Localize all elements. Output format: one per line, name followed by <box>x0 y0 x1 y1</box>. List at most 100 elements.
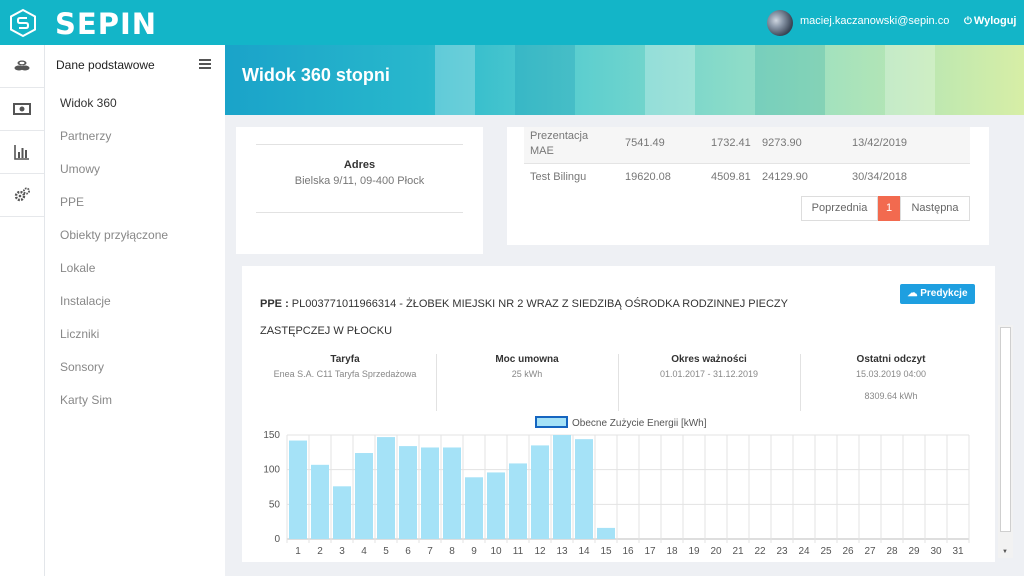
x-tick-label: 10 <box>490 546 502 557</box>
sidebar-item-ppe[interactable]: PPE <box>60 195 84 209</box>
chart-bar <box>355 453 373 539</box>
money-icon <box>13 103 31 115</box>
x-tick-label: 27 <box>864 546 876 557</box>
divider <box>256 212 463 213</box>
chart-bar <box>289 440 307 539</box>
x-tick-label: 2 <box>317 546 323 557</box>
chart-bar <box>421 447 439 539</box>
x-tick-label: 16 <box>622 546 634 557</box>
table-row[interactable]: Prezentacja MAE 7541.49 1732.41 9273.90 1… <box>524 127 970 163</box>
invoice-table-card: Prezentacja MAE 7541.49 1732.41 9273.90 1… <box>507 127 989 245</box>
x-tick-label: 25 <box>820 546 832 557</box>
sidebar-item-lokale[interactable]: Lokale <box>60 261 95 275</box>
sidebar-title: Dane podstawowe <box>56 58 155 72</box>
x-tick-label: 23 <box>776 546 788 557</box>
icon-rail <box>0 45 45 576</box>
row-name-line1: Prezentacja <box>530 130 589 142</box>
legend-swatch <box>535 416 568 428</box>
x-tick-label: 19 <box>688 546 700 557</box>
cell-v2: 4509.81 <box>711 171 751 183</box>
gears-icon <box>14 187 30 202</box>
table-row[interactable]: Test Bilingu 19620.08 4509.81 24129.90 3… <box>524 164 970 190</box>
chart-bar <box>487 472 505 539</box>
x-tick-label: 4 <box>361 546 367 557</box>
cell-date: 30/34/2018 <box>852 171 908 183</box>
x-tick-label: 28 <box>886 546 898 557</box>
scrollbar[interactable]: ▼ <box>998 325 1013 558</box>
x-tick-label: 24 <box>798 546 810 557</box>
power-icon: ⏻ <box>964 16 972 27</box>
row-name-line2: MAE <box>530 145 554 157</box>
sidebar-item-umowy[interactable]: Umowy <box>60 162 100 176</box>
x-tick-label: 31 <box>952 546 964 557</box>
x-tick-label: 26 <box>842 546 854 557</box>
sidebar-item-karty-sim[interactable]: Karty Sim <box>60 393 112 407</box>
chart-bar <box>377 437 395 539</box>
y-tick-label: 50 <box>269 499 281 510</box>
rail-item-settings[interactable] <box>0 174 44 217</box>
pagination: Poprzednia 1 Następna <box>801 196 970 221</box>
chart-bar <box>531 445 549 539</box>
divider <box>256 144 463 145</box>
x-tick-label: 6 <box>405 546 411 557</box>
chart-bar <box>597 527 615 539</box>
chart-bar <box>311 464 329 539</box>
x-tick-label: 3 <box>339 546 345 557</box>
x-tick-label: 13 <box>556 546 568 557</box>
x-tick-label: 15 <box>600 546 612 557</box>
chart-bar <box>509 463 527 539</box>
y-tick-label: 0 <box>274 534 280 545</box>
pagination-prev-button[interactable]: Poprzednia <box>801 196 878 221</box>
address-value: Bielska 9/11, 09-400 Płock <box>294 175 425 187</box>
sidebar-item-sonsory[interactable]: Sonsory <box>60 360 104 374</box>
x-tick-label: 30 <box>930 546 942 557</box>
row-name: Test Bilingu <box>530 171 587 183</box>
coins-icon <box>14 60 30 71</box>
pagination-next-button[interactable]: Następna <box>900 196 970 221</box>
logo-text[interactable]: SEPIN <box>55 7 157 41</box>
page-title: Widok 360 stopni <box>242 65 390 85</box>
sepin-logo-icon[interactable] <box>8 8 38 38</box>
x-tick-label: 21 <box>732 546 744 557</box>
chart-bar <box>443 447 461 539</box>
chart-bar <box>333 486 351 539</box>
x-tick-label: 29 <box>908 546 920 557</box>
sidebar-item-obiekty[interactable]: Obiekty przyłączone <box>60 228 168 242</box>
user-email[interactable]: maciej.kaczanowski@sepin.co <box>800 15 949 27</box>
cell-v1: 7541.49 <box>625 137 665 149</box>
x-tick-label: 8 <box>449 546 455 557</box>
x-tick-label: 17 <box>644 546 656 557</box>
sidebar: Dane podstawowe Widok 360 Partnerzy Umow… <box>45 45 225 576</box>
x-tick-label: 12 <box>534 546 546 557</box>
x-tick-label: 5 <box>383 546 389 557</box>
address-card: Adres Bielska 9/11, 09-400 Płock <box>236 127 483 254</box>
chart-bar <box>399 446 417 539</box>
menu-icon[interactable] <box>199 59 211 69</box>
energy-usage-chart: 0501001501 2 3 4 5 6 7 8 9 10 11 12 13 14 15 16 17 18 19 20… <box>263 416 970 557</box>
x-tick-label: 9 <box>471 546 477 557</box>
ppe-card: PPE : PL003771011966314 - ŻŁOBEK MIEJSKI… <box>242 266 995 562</box>
scroll-down-icon[interactable]: ▼ <box>1002 549 1008 555</box>
x-tick-label: 1 <box>295 546 301 557</box>
address-label: Adres <box>343 159 376 171</box>
sidebar-item-widok-360[interactable]: Widok 360 <box>60 96 117 110</box>
scrollbar-thumb[interactable] <box>1000 327 1011 532</box>
rail-item-data[interactable] <box>0 45 44 88</box>
pagination-current-page[interactable]: 1 <box>878 196 900 221</box>
top-bar: SEPIN maciej.kaczanowski@sepin.co ⏻ Wylog… <box>0 0 1024 45</box>
avatar[interactable] <box>767 10 793 36</box>
cell-v2: 1732.41 <box>711 137 751 149</box>
x-tick-label: 18 <box>666 546 678 557</box>
sidebar-item-partnerzy[interactable]: Partnerzy <box>60 129 111 143</box>
cell-v1: 19620.08 <box>625 171 671 183</box>
rail-item-charts[interactable] <box>0 131 44 174</box>
logout-button[interactable]: ⏻ Wyloguj <box>964 15 1017 27</box>
cell-v3: 9273.90 <box>762 137 802 149</box>
cell-date: 13/42/2019 <box>852 137 908 149</box>
sidebar-item-liczniki[interactable]: Liczniki <box>60 327 99 341</box>
legend-label: Obecne Zużycie Energii [kWh] <box>572 418 707 429</box>
x-tick-label: 7 <box>427 546 433 557</box>
y-tick-label: 100 <box>263 465 280 476</box>
sidebar-item-instalacje[interactable]: Instalacje <box>60 294 111 308</box>
rail-item-finance[interactable] <box>0 88 44 131</box>
